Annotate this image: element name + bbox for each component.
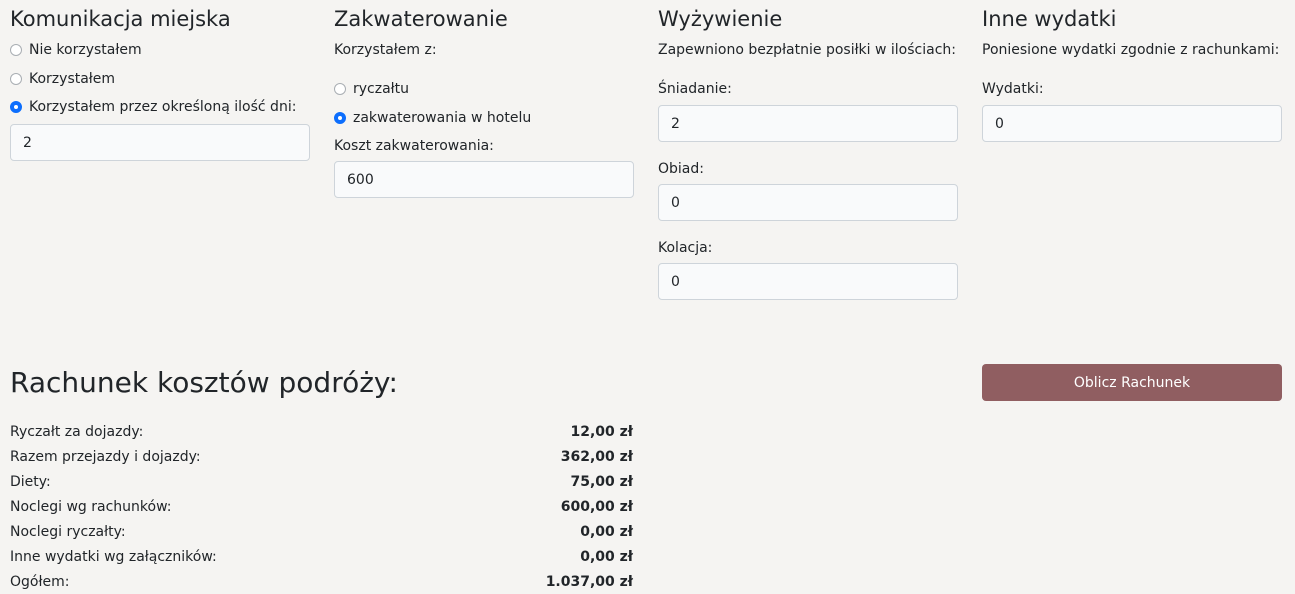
cost-label: Koszt zakwaterowania: [334,138,494,154]
summary-value: 600,00 zł [560,498,633,515]
radio-label: Nie korzystałem [29,42,142,58]
dinner-input[interactable] [658,263,958,300]
summary-row: Noclegi wg rachunków: 600,00 zł [10,494,633,519]
days-input[interactable] [10,124,310,161]
zakwaterowanie-title: Zakwaterowanie [334,7,508,31]
radio-korzystalem-dni[interactable]: Korzystałem przez określoną ilość dni: [10,98,296,116]
wyzywienie-title: Wyżywienie [658,7,783,31]
radio-hotel[interactable]: zakwaterowania w hotelu [334,109,531,127]
expenses-input[interactable] [982,105,1282,142]
radio-label: Korzystałem [29,71,116,87]
inne-intro: Poniesione wydatki zgodnie z rachunkami: [982,42,1280,58]
summary-value: 362,00 zł [560,448,633,465]
summary-label: Ogółem: [10,573,70,590]
summary-table: Ryczałt za dojazdy: 12,00 zł Razem przej… [10,419,633,594]
radio-label: Korzystałem przez określoną ilość dni: [29,99,297,115]
summary-value: 0,00 zł [580,548,633,565]
oblicz-rachunek-button[interactable]: Oblicz Rachunek [982,364,1282,401]
radio-label: ryczałtu [353,81,410,97]
summary-row: Inne wydatki wg załączników: 0,00 zł [10,544,633,569]
komunikacja-title: Komunikacja miejska [10,7,231,31]
wyzywienie-intro: Zapewniono bezpłatnie posiłki w ilościac… [658,42,956,58]
breakfast-label: Śniadanie: [658,81,732,97]
summary-row: Diety: 75,00 zł [10,469,633,494]
radio-indicator[interactable] [10,101,22,113]
summary-row: Ogółem: 1.037,00 zł [10,569,633,594]
rachunek-title: Rachunek kosztów podróży: [10,366,398,399]
summary-label: Noclegi wg rachunków: [10,498,172,515]
summary-value: 12,00 zł [570,423,633,440]
summary-label: Razem przejazdy i dojazdy: [10,448,201,465]
summary-label: Ryczałt za dojazdy: [10,423,144,440]
summary-row: Noclegi ryczałty: 0,00 zł [10,519,633,544]
summary-value: 75,00 zł [570,473,633,490]
dinner-label: Kolacja: [658,240,713,256]
inne-title: Inne wydatki [982,7,1117,31]
summary-label: Diety: [10,473,51,490]
lunch-label: Obiad: [658,161,704,177]
summary-label: Inne wydatki wg załączników: [10,548,217,565]
radio-indicator[interactable] [334,83,346,95]
zakwaterowanie-intro: Korzystałem z: [334,42,437,58]
radio-ryczalt[interactable]: ryczałtu [334,80,409,98]
radio-korzystalem[interactable]: Korzystałem [10,70,115,88]
summary-row: Ryczałt za dojazdy: 12,00 zł [10,419,633,444]
summary-value: 1.037,00 zł [545,573,633,590]
radio-nie-korzystalem[interactable]: Nie korzystałem [10,41,142,59]
radio-indicator[interactable] [10,44,22,56]
expenses-label: Wydatki: [982,81,1044,97]
summary-value: 0,00 zł [580,523,633,540]
breakfast-input[interactable] [658,105,958,142]
summary-row: Razem przejazdy i dojazdy: 362,00 zł [10,444,633,469]
cost-input[interactable] [334,161,634,198]
summary-label: Noclegi ryczałty: [10,523,126,540]
radio-label: zakwaterowania w hotelu [353,110,532,126]
radio-indicator[interactable] [10,73,22,85]
lunch-input[interactable] [658,184,958,221]
radio-indicator[interactable] [334,112,346,124]
